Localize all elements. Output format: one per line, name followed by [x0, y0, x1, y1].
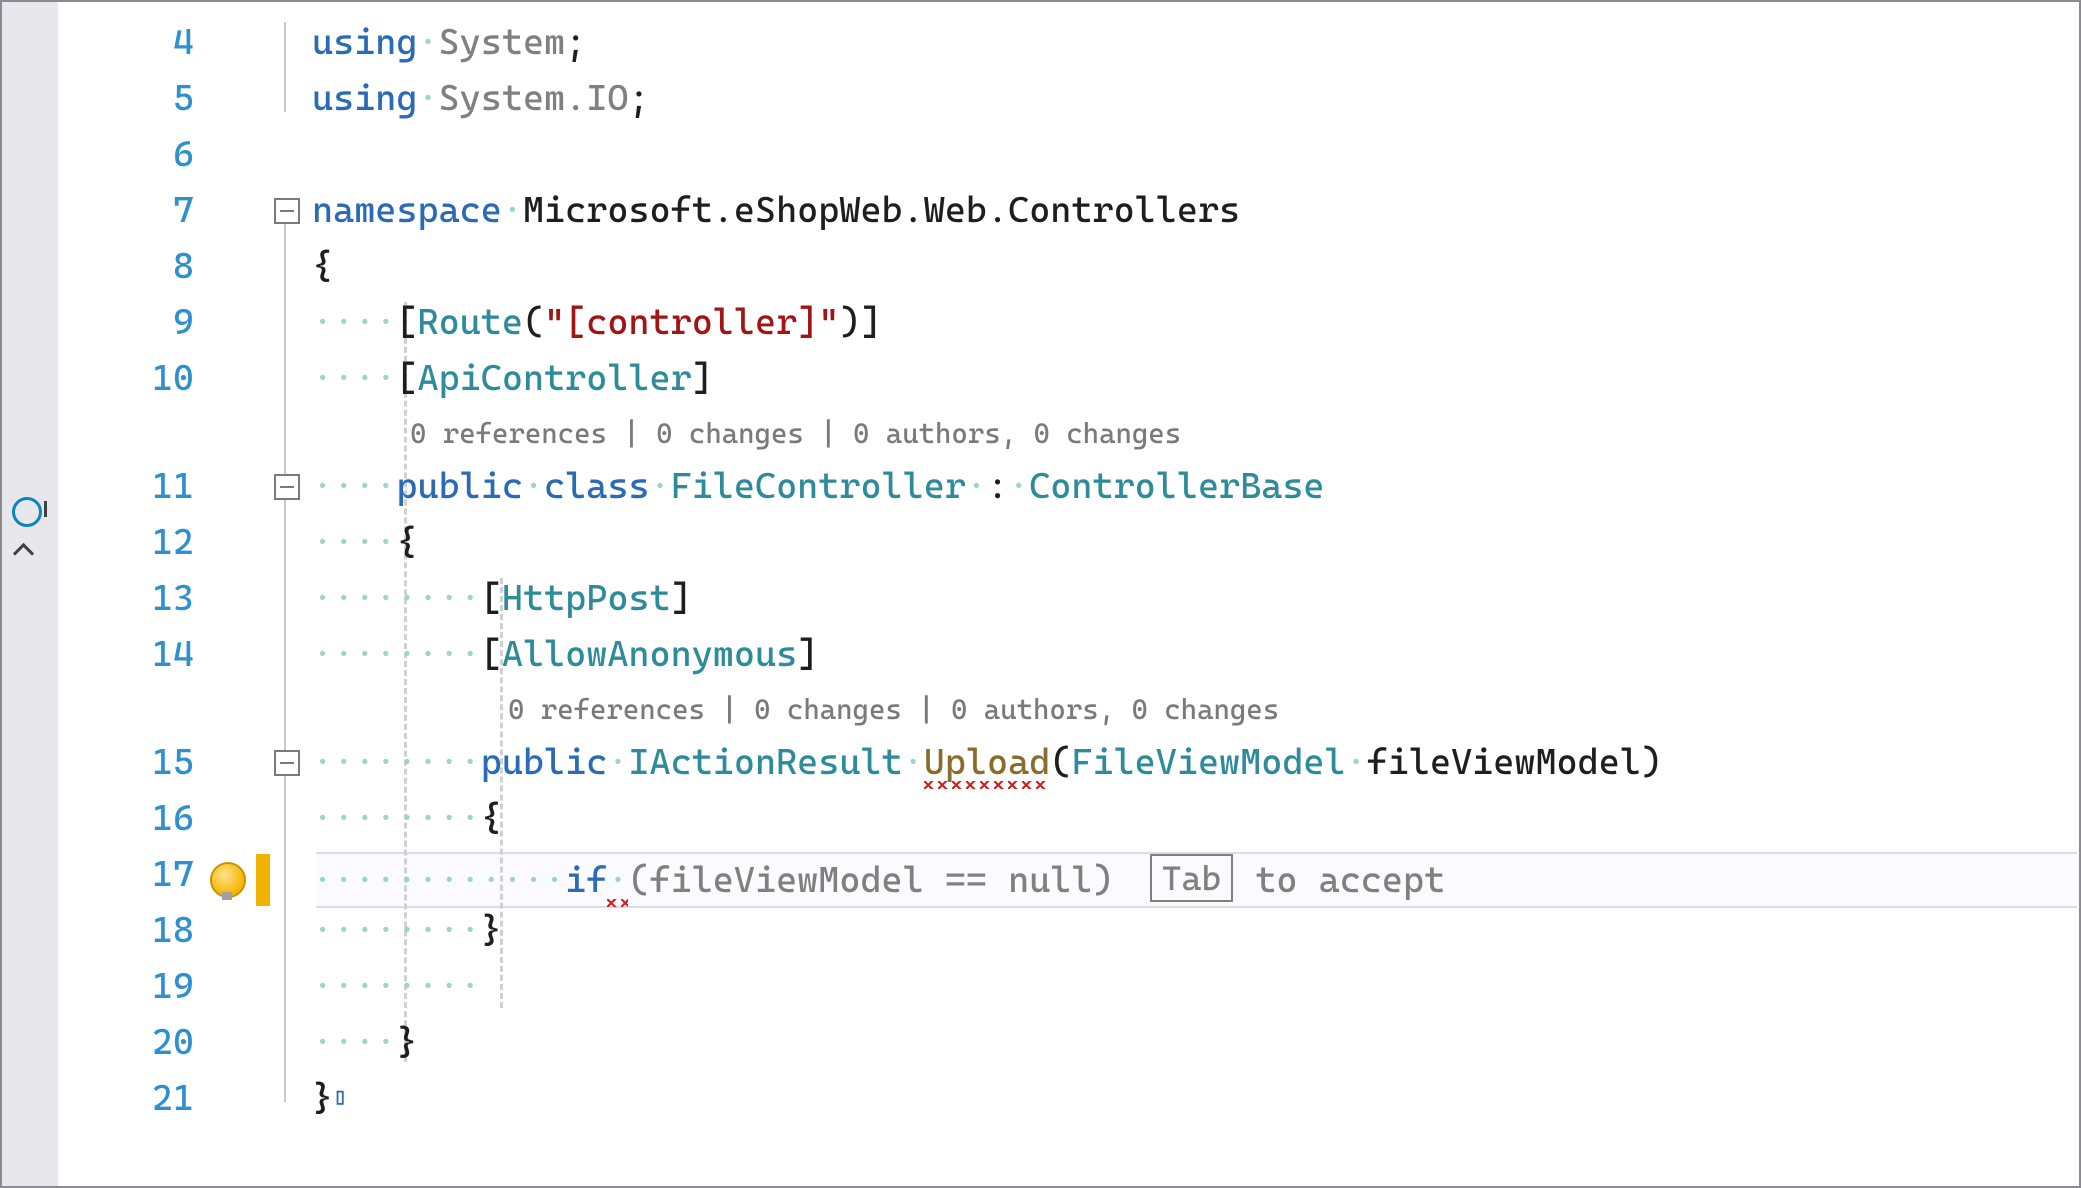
code-line[interactable]: ········ — [312, 964, 2079, 1022]
line-number: 10 — [64, 358, 194, 400]
lightbulb-icon[interactable] — [210, 862, 246, 898]
line-number: 20 — [64, 1022, 194, 1064]
line-number: 5 — [64, 78, 194, 120]
accept-hint-text: to accept — [1255, 860, 1445, 901]
fold-toggle[interactable] — [274, 750, 300, 776]
code-line[interactable]: ········{ — [312, 796, 2079, 854]
code-line-current[interactable]: ············if·(fileViewModel == null)Ta… — [312, 852, 2079, 910]
tab-key-hint: Tab — [1150, 854, 1234, 902]
code-line[interactable]: ····[Route("[controller]")] — [312, 300, 2079, 358]
code-line[interactable]: ····public·class·FileController·:·Contro… — [312, 464, 2079, 522]
outline-line — [284, 224, 286, 1102]
line-number: 21 — [64, 1078, 194, 1120]
fold-toggle[interactable] — [274, 198, 300, 224]
line-number: 14 — [64, 634, 194, 676]
line-number: 17 — [64, 854, 194, 896]
code-line[interactable]: using·System; — [312, 20, 2079, 78]
code-line[interactable]: ········public·IActionResult·Upload(File… — [312, 740, 2079, 798]
code-line[interactable]: ····{ — [312, 520, 2079, 578]
class-nav-icon[interactable] — [12, 489, 58, 573]
line-number: 7 — [64, 190, 194, 232]
indicator-margin — [208, 2, 270, 1186]
line-number: 12 — [64, 522, 194, 564]
line-number: 4 — [64, 22, 194, 64]
code-line[interactable]: using·System.IO; — [312, 76, 2079, 134]
line-number-gutter: 4 5 6 7 8 9 10 11 12 13 14 15 16 17 18 1… — [58, 2, 208, 1186]
line-number: 18 — [64, 910, 194, 952]
code-line[interactable]: ········[HttpPost] — [312, 576, 2079, 634]
fold-toggle[interactable] — [274, 474, 300, 500]
line-number: 11 — [64, 466, 194, 508]
glyph-margin — [2, 2, 58, 1186]
change-marker — [256, 854, 270, 906]
method-name-error[interactable]: Upload — [924, 742, 1051, 789]
line-number: 9 — [64, 302, 194, 344]
line-number: 15 — [64, 742, 194, 784]
code-line[interactable]: { — [312, 244, 2079, 302]
code-line[interactable]: ····} — [312, 1020, 2079, 1078]
code-line[interactable] — [312, 132, 2079, 190]
code-line[interactable]: ····[ApiController] — [312, 356, 2079, 414]
codelens-class[interactable]: 0 references | 0 changes | 0 authors, 0 … — [410, 418, 1181, 458]
code-line[interactable]: namespace·Microsoft.eShopWeb.Web.Control… — [312, 188, 2079, 246]
codelens-method[interactable]: 0 references | 0 changes | 0 authors, 0 … — [508, 694, 1279, 734]
code-line[interactable]: ········} — [312, 908, 2079, 966]
line-number: 13 — [64, 578, 194, 620]
code-line[interactable]: }▯ — [312, 1076, 2079, 1134]
code-editor-viewport: 4 5 6 7 8 9 10 11 12 13 14 15 16 17 18 1… — [0, 0, 2081, 1188]
line-number: 19 — [64, 966, 194, 1008]
outline-line — [284, 22, 286, 112]
outline-gutter — [272, 2, 308, 1186]
line-number: 8 — [64, 246, 194, 288]
end-of-file-marker: ▯ — [333, 1084, 347, 1112]
line-number: 16 — [64, 798, 194, 840]
code-content[interactable]: using·System; using·System.IO; namespace… — [312, 2, 2079, 1186]
code-line[interactable]: ········[AllowAnonymous] — [312, 632, 2079, 690]
line-number: 6 — [64, 134, 194, 176]
